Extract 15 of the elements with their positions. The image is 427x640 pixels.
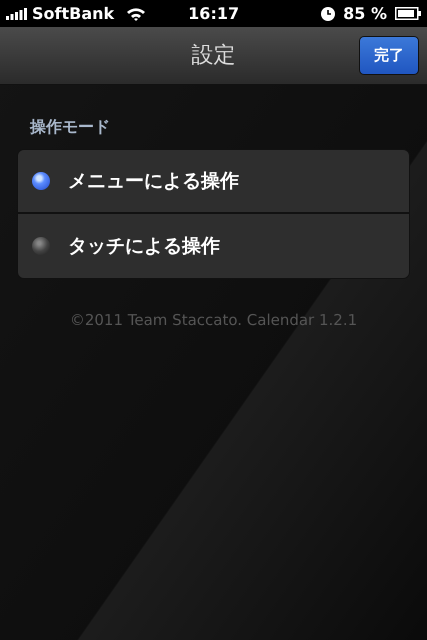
radio-button[interactable] bbox=[32, 172, 50, 190]
option-label[interactable]: メニューによる操作 bbox=[68, 166, 239, 196]
screen-title: 設定 bbox=[192, 42, 236, 70]
clock-icon bbox=[321, 6, 336, 20]
section-header: 操作モード bbox=[30, 116, 111, 138]
wifi-icon bbox=[126, 6, 146, 20]
done-button[interactable]: 完了 bbox=[359, 36, 419, 74]
battery-icon bbox=[395, 7, 421, 20]
signal-icon bbox=[6, 8, 28, 20]
option-label[interactable]: タッチによる操作 bbox=[68, 232, 220, 260]
carrier-name: SoftBank bbox=[32, 2, 114, 24]
battery-percent: 85 % bbox=[343, 2, 387, 24]
status-time: 16:17 bbox=[188, 2, 240, 24]
copyright-text: ©2011 Team Staccato. Calendar 1.2.1 bbox=[68, 310, 358, 331]
radio-button[interactable] bbox=[32, 237, 50, 255]
